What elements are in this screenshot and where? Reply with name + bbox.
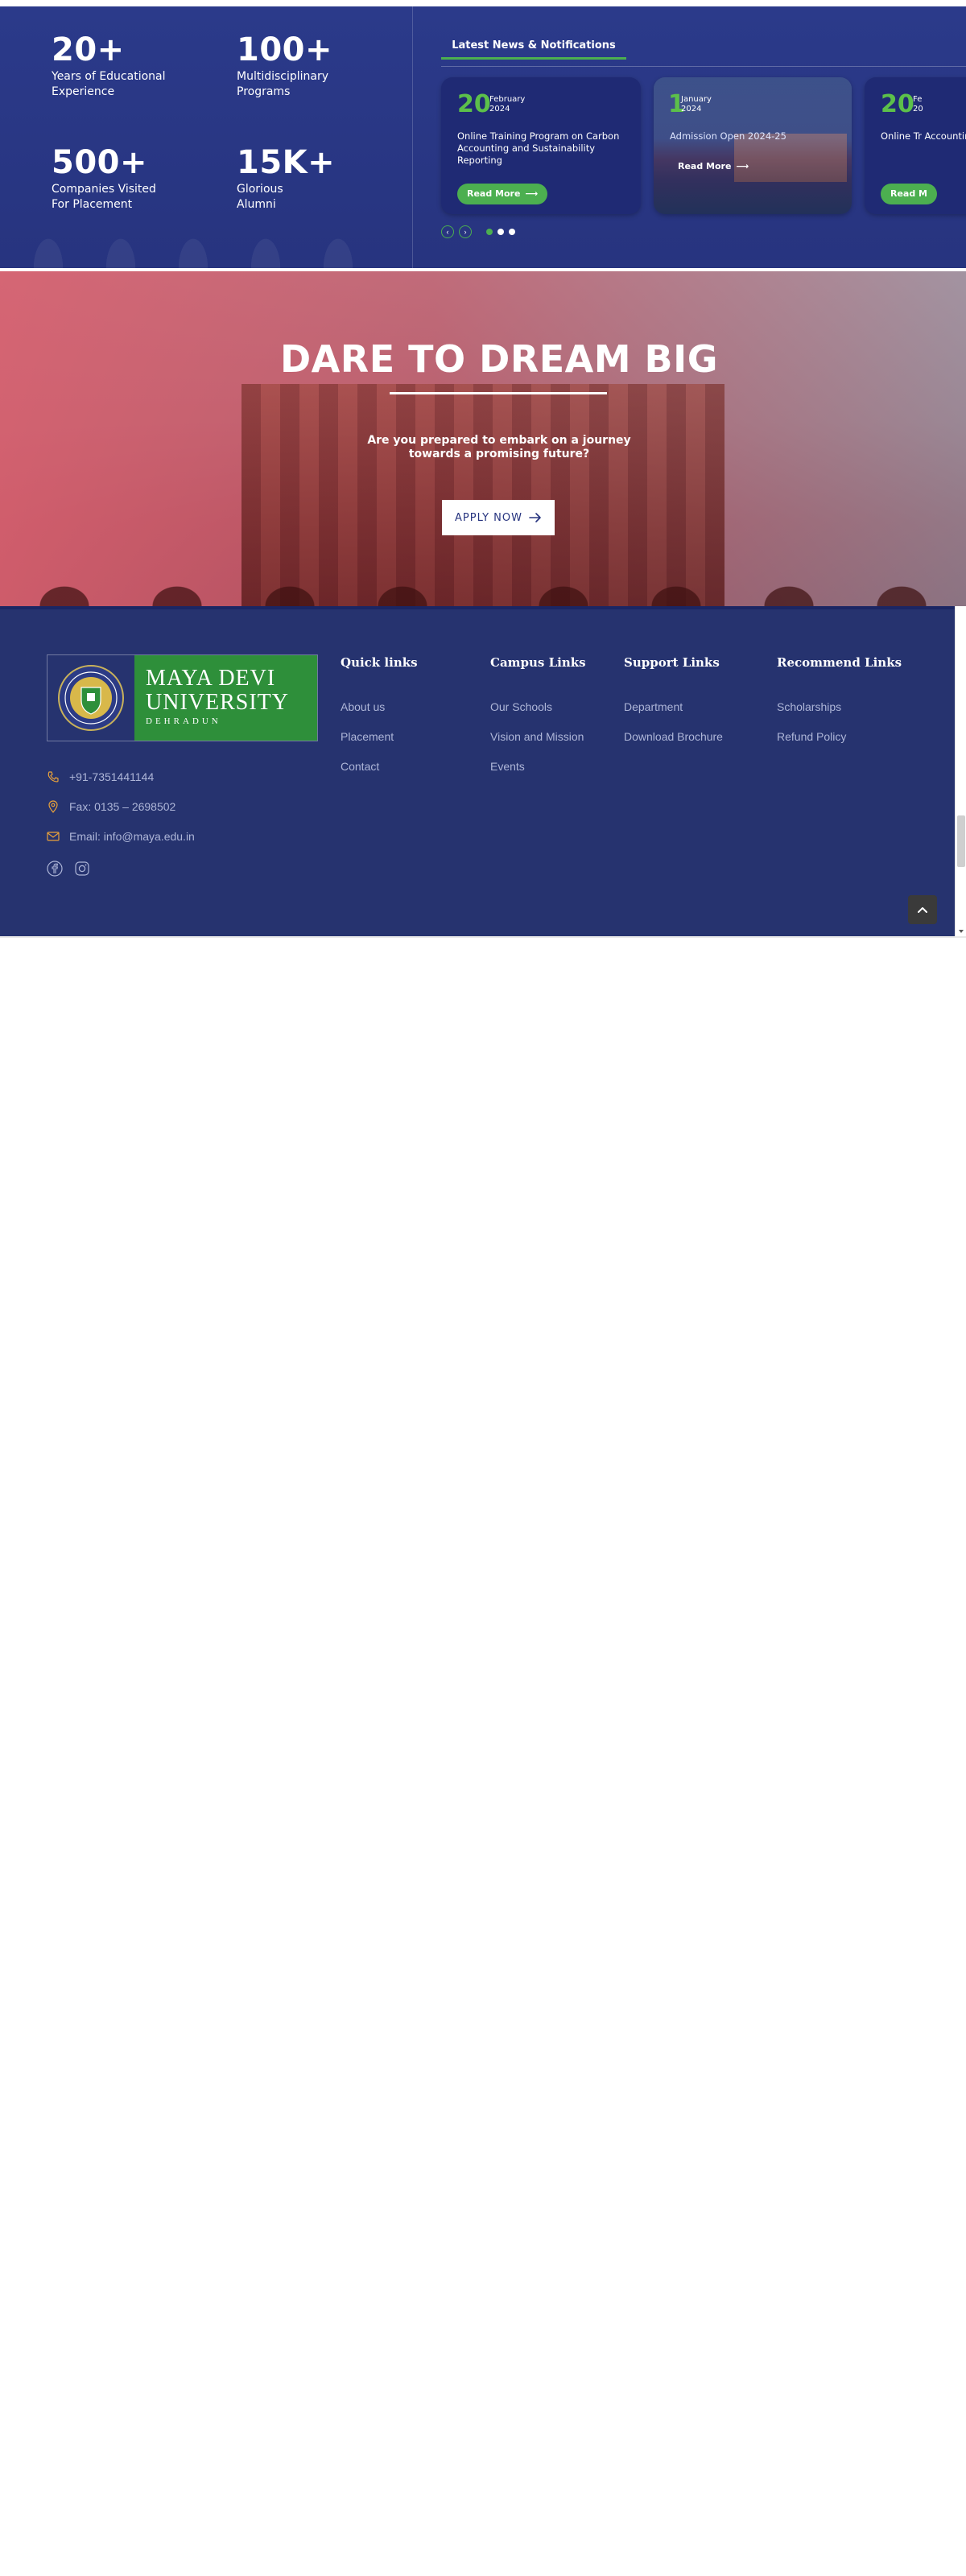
stat-label: Companies Visited For Placement [52,183,156,211]
contact-fax: Fax: 0135 – 2698502 [47,800,175,813]
read-more-label: Read More [467,188,521,199]
university-logo[interactable]: MAYA DEVI UNIVERSITY DEHRADUN [47,654,318,741]
news-tab[interactable]: Latest News & Notifications [441,35,626,60]
news-title: Online Tr Accountin Reporting [881,130,966,142]
arrow-right-icon: ⟶ [736,161,749,171]
column-title: Quick links [341,655,418,670]
footer-link-brochure[interactable]: Download Brochure [624,729,723,744]
seal-icon [47,655,134,741]
read-more-button[interactable]: Read More ⟶ [457,184,548,204]
contact-email[interactable]: Email: info@maya.edu.in [47,830,195,843]
stat-number: 100+ [237,31,333,68]
news-year: 2024 [489,105,510,114]
back-to-top-button[interactable] [908,895,937,924]
news-year: 20 [913,105,923,114]
footer-link-vision[interactable]: Vision and Mission [490,729,586,744]
stat-alumni: 15K+ Glorious Alumni [237,143,365,213]
column-title: Recommend Links [777,655,902,670]
stat-programs: 100+ Multidisciplinary Programs [237,31,365,100]
apply-now-button[interactable]: APPLY NOW [442,500,555,535]
facebook-icon[interactable] [47,861,63,877]
apply-now-label: APPLY NOW [455,511,522,524]
news-divider [441,66,966,67]
news-card[interactable]: 20 February 2024 Online Training Program… [441,77,641,214]
title-underline [390,392,607,394]
stat-number: 20+ [52,31,125,68]
hero-subtitle: Are you prepared to embark on a journey … [367,434,631,460]
email-text: Email: info@maya.edu.in [69,830,195,843]
arrow-right-icon [529,513,541,522]
news-month: January [681,95,712,104]
site-footer: MAYA DEVI UNIVERSITY DEHRADUN +91-735144… [0,606,955,936]
scrollbar[interactable] [955,606,966,936]
fax-text: Fax: 0135 – 2698502 [69,800,176,813]
contact-phone[interactable]: +91-7351441144 [47,770,154,783]
footer-link-scholarships[interactable]: Scholarships [777,700,902,714]
phone-icon [47,771,59,782]
hero-banner: DARE TO DREAM BIG Are you prepared to em… [0,271,966,606]
arrow-right-icon: ⟶ [525,188,539,199]
chevron-up-icon [918,907,927,913]
stat-label: Years of Educational Experience [52,70,166,98]
logo-line-2: UNIVERSITY [146,690,289,715]
scrollbar-thumb[interactable] [957,815,965,867]
slider-controls: ‹ › [441,225,515,238]
footer-link-refund[interactable]: Refund Policy [777,729,902,744]
slider-dot[interactable] [509,229,515,235]
news-title: Admission Open 2024-25 [670,130,786,142]
stat-companies: 500+ Companies Visited For Placement [52,143,180,213]
stat-label: Multidisciplinary Programs [237,70,329,98]
footer-link-contact[interactable]: Contact [341,759,418,774]
stat-label: Glorious Alumni [237,183,283,211]
page-divider [0,936,966,938]
news-day: 20 [457,90,491,118]
footer-link-department[interactable]: Department [624,700,723,714]
footer-link-schools[interactable]: Our Schools [490,700,586,714]
footer-link-placement[interactable]: Placement [341,729,418,744]
news-month: Fe [913,95,923,104]
logo-wordmark: MAYA DEVI UNIVERSITY DEHRADUN [134,655,317,741]
logo-line-3: DEHRADUN [146,716,221,726]
footer-link-events[interactable]: Events [490,759,586,774]
location-pin-icon [48,800,58,813]
footer-link-about[interactable]: About us [341,700,418,714]
stat-years: 20+ Years of Educational Experience [52,31,180,100]
prev-arrow-icon[interactable]: ‹ [441,225,454,238]
read-more-label: Read M [890,188,928,199]
instagram-icon[interactable] [74,861,90,877]
recommend-links-column: Recommend Links Scholarships Refund Poli… [777,654,902,759]
stat-number: 500+ [52,144,148,181]
column-title: Support Links [624,655,720,670]
news-day: 20 [881,90,914,118]
read-more-label: Read More [678,161,732,171]
social-links [47,861,90,877]
hero-title: DARE TO DREAM BIG [280,337,718,381]
campus-links-column: Campus Links Our Schools Vision and Miss… [490,654,586,789]
news-title: Online Training Program on Carbon Accoun… [457,130,620,166]
vertical-divider [412,6,413,268]
quick-links-column: Quick links About us Placement Contact [341,654,418,789]
news-card[interactable]: 1 January 2024 Admission Open 2024-25 Re… [654,77,852,214]
news-card[interactable]: 20 Fe 20 Online Tr Accountin Reporting R… [865,77,966,214]
support-links-column: Support Links Department Download Brochu… [624,654,723,759]
slider-dot[interactable] [486,229,493,235]
next-arrow-icon[interactable]: › [459,225,472,238]
scroll-down-arrow-icon[interactable] [958,928,964,935]
logo-line-1: MAYA DEVI [146,666,276,691]
slider-dot[interactable] [497,229,504,235]
news-year: 2024 [681,105,702,114]
news-month: February [489,95,526,104]
stats-news-section: 20+ Years of Educational Experience 100+… [0,6,966,268]
read-more-button[interactable]: Read M [881,184,938,204]
read-more-button[interactable]: Read More ⟶ [668,156,758,177]
phone-text: +91-7351441144 [69,770,155,783]
stat-number: 15K+ [237,144,336,181]
mail-icon [47,832,60,841]
arches-background [0,558,966,606]
column-title: Campus Links [490,655,586,670]
